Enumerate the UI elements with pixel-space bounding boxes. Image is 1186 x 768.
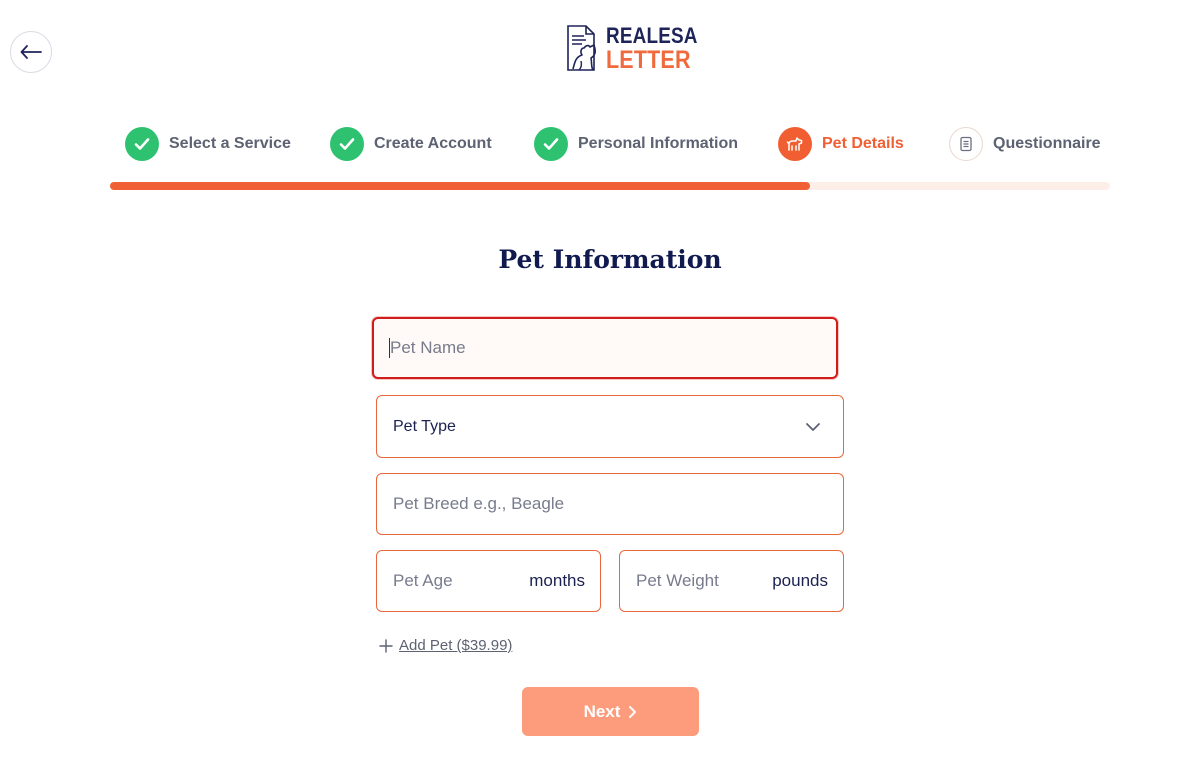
add-pet-label: Add Pet ($39.99) xyxy=(399,637,513,654)
check-icon xyxy=(134,138,150,150)
document-icon xyxy=(960,136,972,152)
next-button-label: Next xyxy=(583,701,621,721)
step-select-service[interactable]: Select a Service xyxy=(125,127,291,161)
step-label: Select a Service xyxy=(169,135,291,152)
pet-type-label: Pet Type xyxy=(393,417,456,435)
pet-name-field[interactable] xyxy=(372,317,838,379)
dog-icon xyxy=(786,137,803,151)
check-icon xyxy=(339,138,355,150)
step-pet-details[interactable]: Pet Details xyxy=(778,127,904,161)
step-create-account[interactable]: Create Account xyxy=(330,127,492,161)
progress-bar xyxy=(110,182,1110,190)
step-active-indicator xyxy=(778,127,812,161)
step-done-indicator xyxy=(125,127,159,161)
plus-icon xyxy=(379,638,393,653)
step-label: Create Account xyxy=(374,135,492,152)
step-questionnaire[interactable]: Questionnaire xyxy=(949,127,1101,161)
pet-age-unit: months xyxy=(529,571,585,590)
arrow-left-icon xyxy=(20,45,42,59)
chevron-down-icon xyxy=(806,422,820,431)
logo-text-realesa: REALESA xyxy=(606,23,698,48)
logo: REALESA LETTER xyxy=(564,22,713,74)
check-icon xyxy=(543,138,559,150)
pet-breed-input[interactable] xyxy=(393,494,827,514)
step-pending-indicator xyxy=(949,127,983,161)
back-button[interactable] xyxy=(10,31,52,73)
pet-weight-unit: pounds xyxy=(772,571,828,590)
pet-weight-input[interactable] xyxy=(636,571,773,591)
step-label: Personal Information xyxy=(578,135,739,152)
pet-breed-field[interactable] xyxy=(376,473,844,535)
page-title: Pet Information xyxy=(498,245,722,274)
step-done-indicator xyxy=(534,127,568,161)
pet-weight-field[interactable]: pounds xyxy=(619,550,844,612)
progress-bar-fill xyxy=(110,182,810,190)
step-label: Pet Details xyxy=(822,135,904,152)
logo-text-letter: LETTER xyxy=(606,46,691,74)
letter-dog-logo-icon xyxy=(567,25,596,71)
add-pet-link[interactable]: Add Pet ($39.99) xyxy=(378,637,512,654)
pet-name-input[interactable] xyxy=(390,338,820,358)
pet-age-input[interactable] xyxy=(393,571,530,591)
step-personal-information[interactable]: Personal Information xyxy=(534,127,738,161)
pet-type-select[interactable]: Pet Type xyxy=(376,395,844,458)
chevron-right-icon xyxy=(629,705,637,718)
pet-age-field[interactable]: months xyxy=(376,550,601,612)
next-button[interactable]: Next xyxy=(522,687,699,736)
step-done-indicator xyxy=(330,127,364,161)
step-label: Questionnaire xyxy=(993,135,1101,152)
